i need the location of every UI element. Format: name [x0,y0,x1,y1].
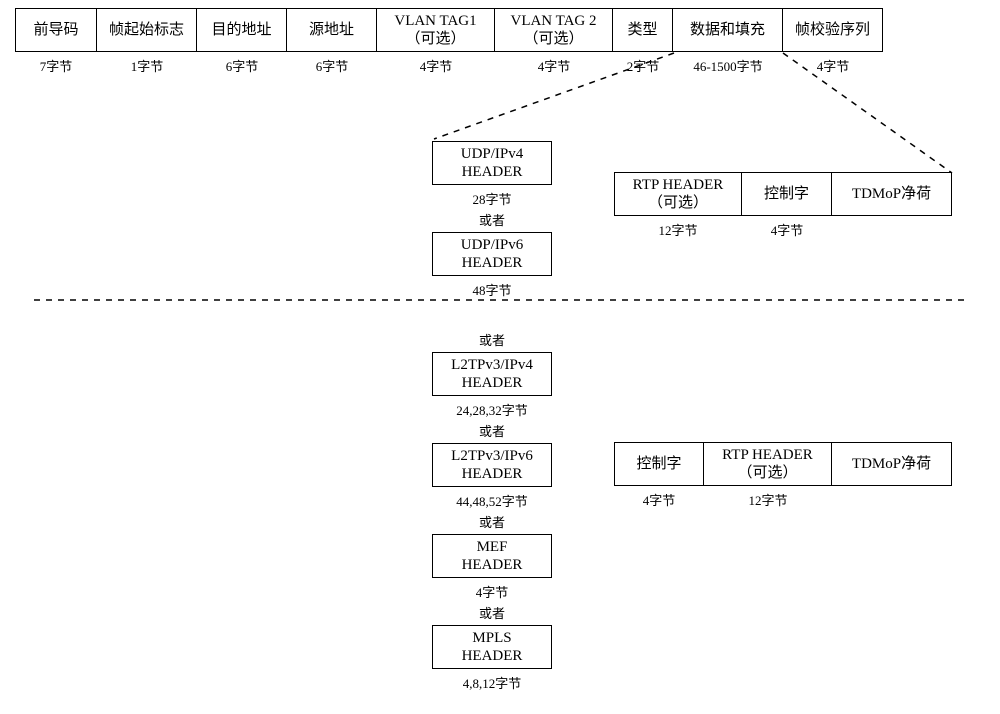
or-label: 或者 [479,210,505,229]
field-size-label: 2字节 [627,56,660,75]
payload-field: 控制字 4字节 [742,172,832,239]
field-cell: 源地址 [287,8,377,52]
field-cell: TDMoP净荷 [832,442,952,486]
header-options-group-1: UDP/IPv4HEADER 28字节或者 UDP/IPv6HEADER 48字节 [432,138,552,299]
field-cell: RTP HEADER（可选） [704,442,832,486]
frame-field: 帧起始标志 1字节 [97,8,197,75]
field-cell: 前导码 [15,8,97,52]
field-cell: 类型 [613,8,673,52]
payload-field: 控制字 4字节 [614,442,704,509]
field-size-label: 1字节 [131,56,164,75]
payload-field: TDMoP净荷 [832,442,952,509]
payload-row-1: RTP HEADER（可选） 12字节 控制字 4字节 TDMoP净荷 [614,172,952,239]
frame-field: 源地址 6字节 [287,8,377,75]
field-cell: VLAN TAG 2（可选） [495,8,613,52]
or-label: 或者 [479,512,505,531]
or-label: 或者 [479,603,505,622]
field-size-label: 12字节 [658,220,697,239]
field-size-label: 6字节 [226,56,259,75]
field-cell: 控制字 [614,442,704,486]
frame-field: 类型 2字节 [613,8,673,75]
field-size-label: 12字节 [748,490,787,509]
field-cell: 数据和填充 [673,8,783,52]
payload-field: TDMoP净荷 [832,172,952,239]
field-size-label: 4字节 [643,490,676,509]
field-size-label: 4字节 [817,56,850,75]
field-size-label: 28字节 [472,189,511,208]
field-cell: MEFHEADER [432,534,552,578]
field-size-label: 4,8,12字节 [463,673,522,692]
field-cell: 帧校验序列 [783,8,883,52]
field-size-label: 44,48,52字节 [456,491,528,510]
payload-field: RTP HEADER（可选） 12字节 [614,172,742,239]
field-size-label: 4字节 [538,56,571,75]
field-size-label: 24,28,32字节 [456,400,528,419]
ethernet-frame-row: 前导码 7字节 帧起始标志 1字节 目的地址 6字节 源地址 6字节 VLAN TAG1（可选）… [15,8,883,75]
field-size-label: 48字节 [472,280,511,299]
frame-field: 帧校验序列 4字节 [783,8,883,75]
field-size-label: 46-1500字节 [693,56,762,75]
field-cell: 控制字 [742,172,832,216]
frame-field: 数据和填充 46-1500字节 [673,8,783,75]
field-cell: MPLSHEADER [432,625,552,669]
field-cell: RTP HEADER（可选） [614,172,742,216]
payload-field: RTP HEADER（可选） 12字节 [704,442,832,509]
field-size-label: 4字节 [476,582,509,601]
frame-field: 目的地址 6字节 [197,8,287,75]
field-cell: 目的地址 [197,8,287,52]
field-cell: UDP/IPv4HEADER [432,141,552,185]
field-cell: VLAN TAG1（可选） [377,8,495,52]
or-label: 或者 [479,421,505,440]
field-size-label: 4字节 [771,220,804,239]
field-size-label: 7字节 [40,56,73,75]
frame-field: VLAN TAG 2（可选） 4字节 [495,8,613,75]
header-options-group-2: 或者 L2TPv3/IPv4HEADER 24,28,32字节或者 L2TPv3/IP… [432,328,552,692]
field-cell: TDMoP净荷 [832,172,952,216]
frame-field: 前导码 7字节 [15,8,97,75]
field-cell: UDP/IPv6HEADER [432,232,552,276]
field-size-label: 6字节 [316,56,349,75]
frame-field: VLAN TAG1（可选） 4字节 [377,8,495,75]
payload-row-2: 控制字 4字节 RTP HEADER（可选） 12字节 TDMoP净荷 [614,442,952,509]
field-size-label: 4字节 [420,56,453,75]
field-cell: L2TPv3/IPv4HEADER [432,352,552,396]
field-cell: 帧起始标志 [97,8,197,52]
field-cell: L2TPv3/IPv6HEADER [432,443,552,487]
or-label: 或者 [479,330,505,349]
